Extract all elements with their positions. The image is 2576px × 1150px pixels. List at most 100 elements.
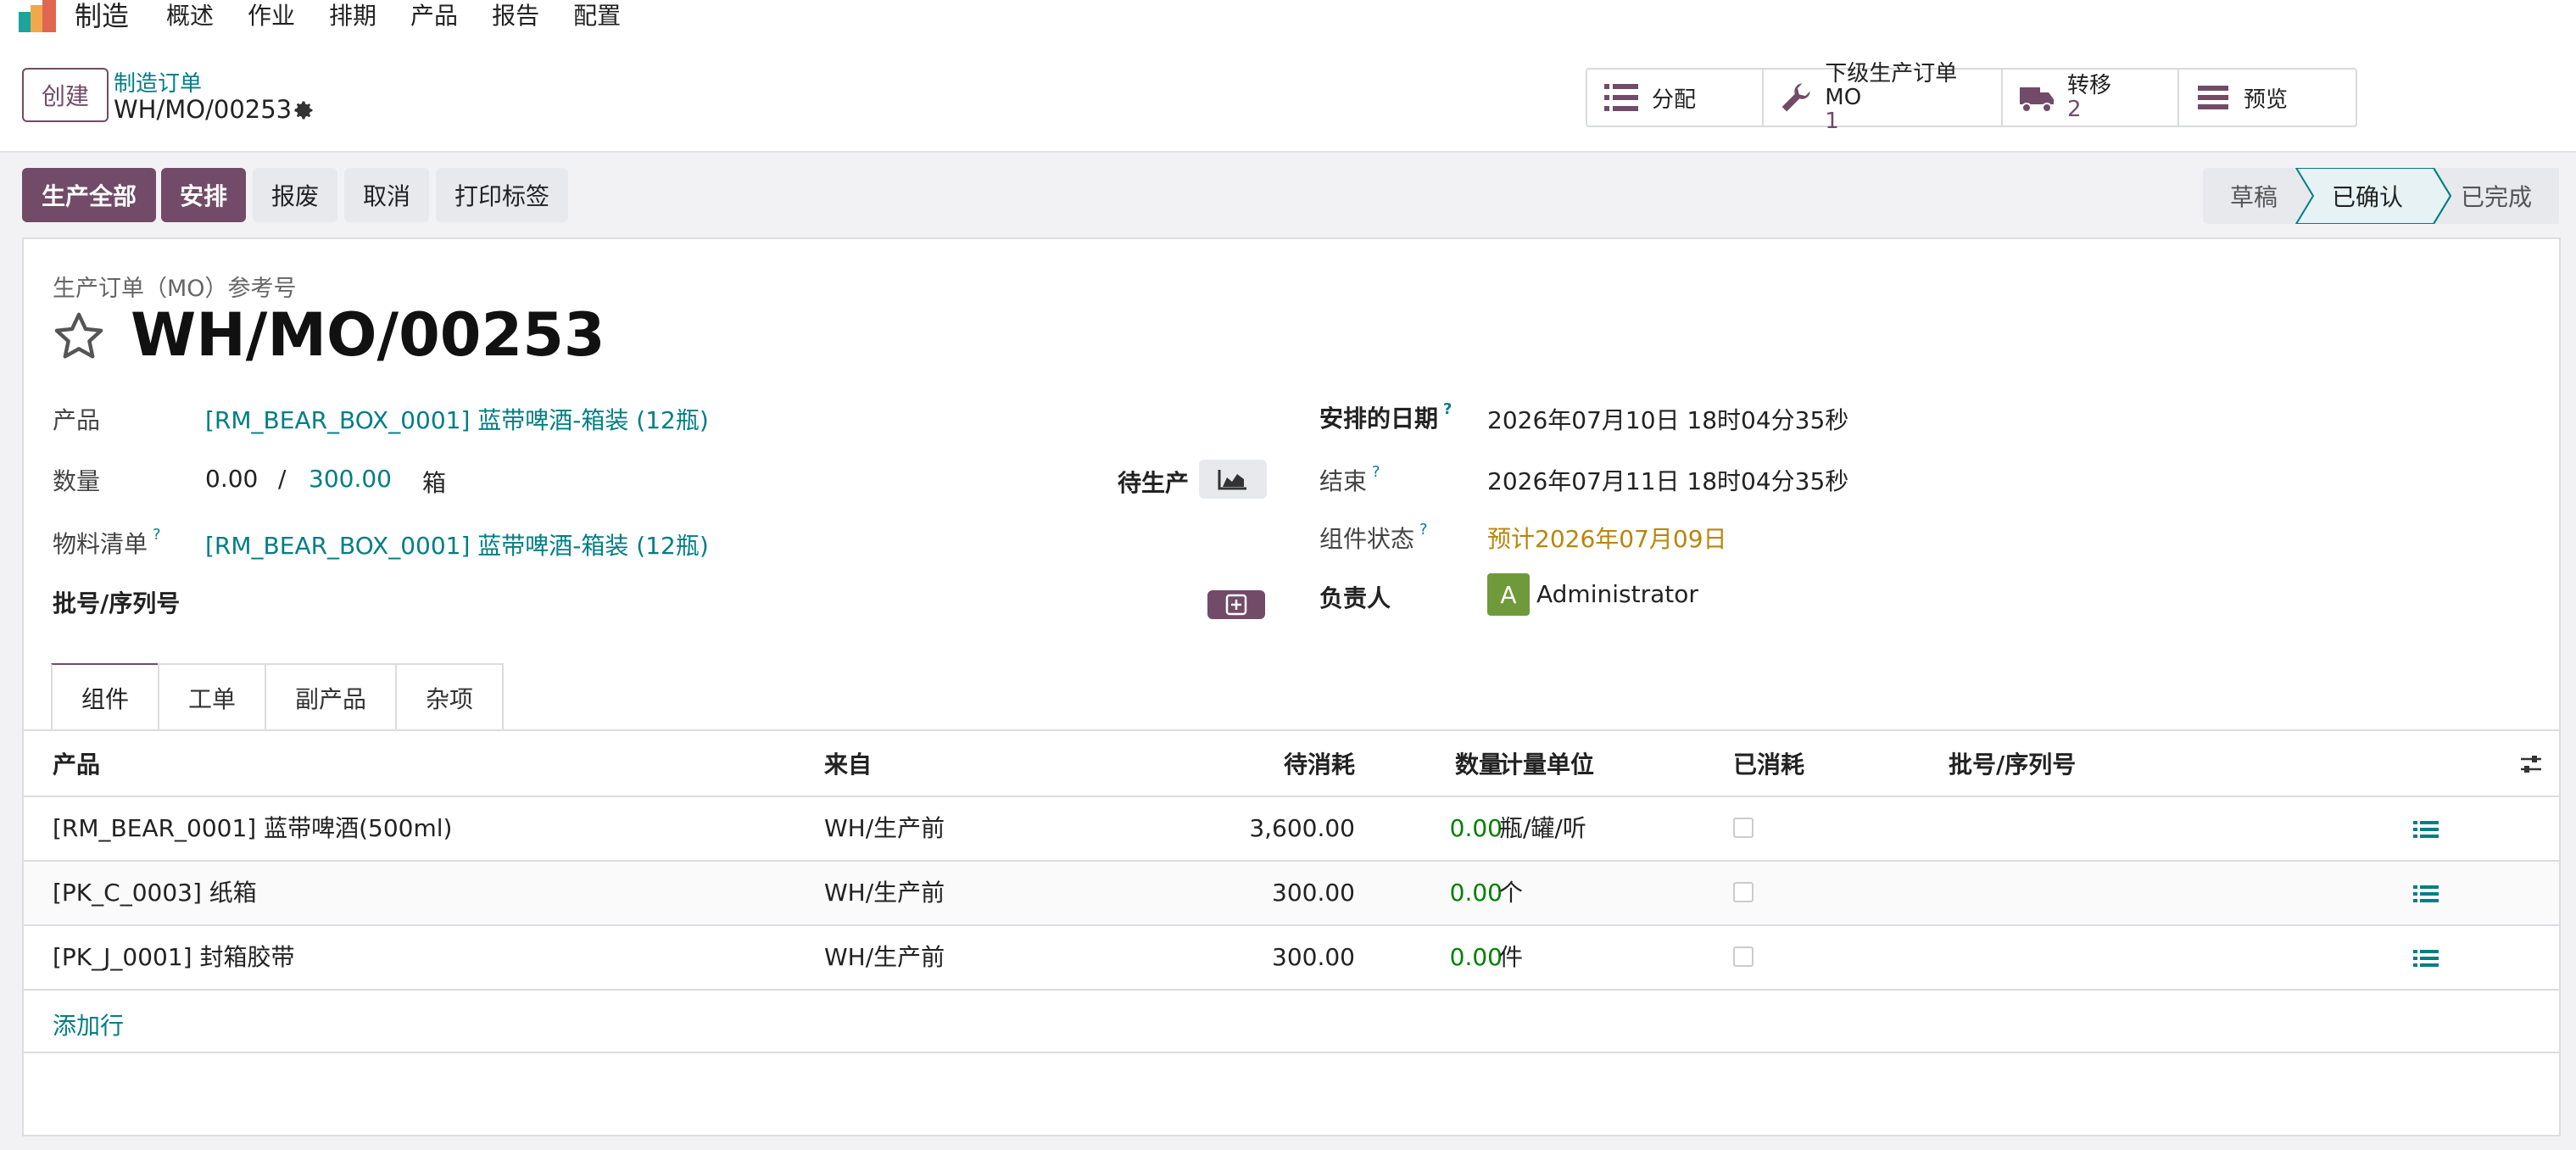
tab-by-products[interactable]: 副产品 [265,663,398,731]
detailed-operations-icon[interactable] [2413,948,2439,969]
tab-miscellaneous[interactable]: 杂项 [395,663,505,731]
menu-overview[interactable]: 概述 [166,0,214,32]
end-date-label: 结束? [1319,463,1380,495]
gear-icon[interactable] [292,98,315,122]
detailed-operations-icon[interactable] [2413,884,2439,904]
menu-planning[interactable]: 排期 [329,0,376,32]
forecast-chart-button[interactable] [1199,460,1267,499]
quantity-uom[interactable]: 箱 [422,465,446,499]
bom-value[interactable]: [RM_BEAR_BOX_0001] 蓝带啤酒-箱装 (12瓶) [205,528,709,561]
component-status-value: 预计2026年07月09日 [1487,525,1727,553]
main-menu: 概述 作业 排期 产品 报告 配置 [166,0,655,32]
allocation-button[interactable]: 分配 [1587,70,1764,126]
row-product[interactable]: [PK_C_0003] 纸箱 [53,862,257,924]
child-mo-count: 1 [1825,109,1839,134]
to-produce-label: 待生产 [1118,469,1190,497]
col-uom[interactable]: 计量单位 [1499,746,1594,780]
produce-all-button[interactable]: 生产全部 [22,168,156,222]
app-name[interactable]: 制造 [75,0,129,32]
control-panel: 创建 制造订单 WH/MO/00253 分配 下级生产订单 MO 1 转移 2 … [0,36,2576,153]
cancel-button[interactable]: 取消 [344,168,429,222]
preview-label: 预览 [2244,87,2289,113]
quantity-separator: / [278,465,287,493]
tab-work-orders[interactable]: 工单 [158,663,267,731]
menu-reporting[interactable]: 报告 [492,0,539,32]
row-uom[interactable]: 个 [1499,862,1523,924]
responsible-label: 负责人 [1319,584,1391,612]
row-to-consume[interactable]: 3,600.00 [1185,797,1355,860]
status-done[interactable]: 已完成 [2461,168,2532,224]
table-footer-divider [24,1052,2559,1053]
row-quantity[interactable]: 0.00 [1363,862,1503,924]
row-product[interactable]: [RM_BEAR_0001] 蓝带啤酒(500ml) [53,797,452,860]
add-line-link[interactable]: 添加行 [53,1008,124,1041]
optional-columns-icon[interactable] [2518,751,2544,777]
responsible-value[interactable]: Administrator [1536,580,1698,608]
scheduled-date-label: 安排的日期? [1319,400,1452,433]
print-labels-button[interactable]: 打印标签 [436,168,568,222]
breadcrumb-current: WH/MO/00253 [114,95,293,124]
col-to-consume[interactable]: 待消耗 [1236,746,1355,780]
add-lot-button[interactable] [1207,590,1265,619]
scheduled-date-value[interactable]: 2026年07月10日 18时04分35秒 [1487,402,1848,436]
end-help-icon[interactable]: ? [1372,463,1380,481]
component-status-help-icon[interactable]: ? [1419,521,1428,539]
preview-button[interactable]: 预览 [2179,70,2356,126]
record-title: WH/MO/00253 [131,300,605,370]
row-quantity[interactable]: 0.00 [1363,797,1503,860]
avatar: A [1487,573,1530,616]
breadcrumb-parent[interactable]: 制造订单 [114,66,202,98]
row-to-consume[interactable]: 300.00 [1185,862,1355,924]
table-row[interactable]: [PK_C_0003] 纸箱 WH/生产前 300.00 0.00 个 [24,862,2559,924]
row-divider [24,989,2559,991]
end-date-value[interactable]: 2026年07月11日 18时04分35秒 [1487,463,1848,497]
quantity-total[interactable]: 300.00 [309,465,392,493]
scheduled-help-icon[interactable]: ? [1443,400,1452,418]
component-status-label: 组件状态? [1319,521,1428,553]
table-row[interactable]: [RM_BEAR_0001] 蓝带啤酒(500ml) WH/生产前 3,600.… [24,797,2559,860]
status-bar: 草稿 已确认 已完成 [2203,168,2559,224]
menu-products[interactable]: 产品 [410,0,458,32]
scrap-button[interactable]: 报废 [253,168,337,222]
detailed-operations-icon[interactable] [2413,819,2439,840]
status-confirmed[interactable]: 已确认 [2332,168,2403,224]
truck-icon [2020,87,2054,113]
consumed-checkbox[interactable] [1733,946,1754,967]
product-label: 产品 [53,406,101,434]
row-quantity[interactable]: 0.00 [1363,926,1503,989]
col-from[interactable]: 来自 [824,746,872,780]
lot-label: 批号/序列号 [53,589,181,617]
consumed-checkbox[interactable] [1733,818,1754,838]
row-uom[interactable]: 件 [1499,926,1523,989]
star-icon[interactable] [51,309,107,365]
child-mo-button[interactable]: 下级生产订单 MO 1 [1764,62,2003,133]
row-from[interactable]: WH/生产前 [824,926,945,989]
quantity-produced: 0.00 [205,465,259,493]
row-product[interactable]: [PK_J_0001] 封箱胶带 [53,926,295,989]
consumed-checkbox[interactable] [1733,882,1754,902]
manufacturing-app-icon[interactable] [19,0,61,32]
status-draft[interactable]: 草稿 [2230,168,2278,224]
row-to-consume[interactable]: 300.00 [1185,926,1355,989]
transfers-button[interactable]: 转移 2 [2003,70,2179,126]
col-lot[interactable]: 批号/序列号 [1949,746,2076,780]
row-uom[interactable]: 瓶/罐/听 [1499,797,1586,860]
row-from[interactable]: WH/生产前 [824,862,945,924]
table-row[interactable]: [PK_J_0001] 封箱胶带 WH/生产前 300.00 0.00 件 [24,926,2559,989]
smart-buttons: 分配 下级生产订单 MO 1 转移 2 预览 [1586,62,2357,133]
tab-components[interactable]: 组件 [51,663,160,731]
col-consumed[interactable]: 已消耗 [1733,746,1804,780]
bom-help-icon[interactable]: ? [153,526,161,544]
quantity-label: 数量 [53,467,101,495]
col-quantity[interactable]: 数量 [1389,746,1503,780]
create-button[interactable]: 创建 [22,68,109,122]
product-value[interactable]: [RM_BEAR_BOX_0001] 蓝带啤酒-箱装 (12瓶) [205,402,709,436]
menu-configuration[interactable]: 配置 [573,0,621,32]
reference-label: 生产订单（MO）参考号 [53,276,297,302]
bom-label: 物料清单? [53,526,161,558]
list-icon [1604,84,1638,111]
menu-operations[interactable]: 作业 [248,0,295,32]
plan-button[interactable]: 安排 [161,168,246,222]
col-product[interactable]: 产品 [53,746,100,780]
row-from[interactable]: WH/生产前 [824,797,945,860]
